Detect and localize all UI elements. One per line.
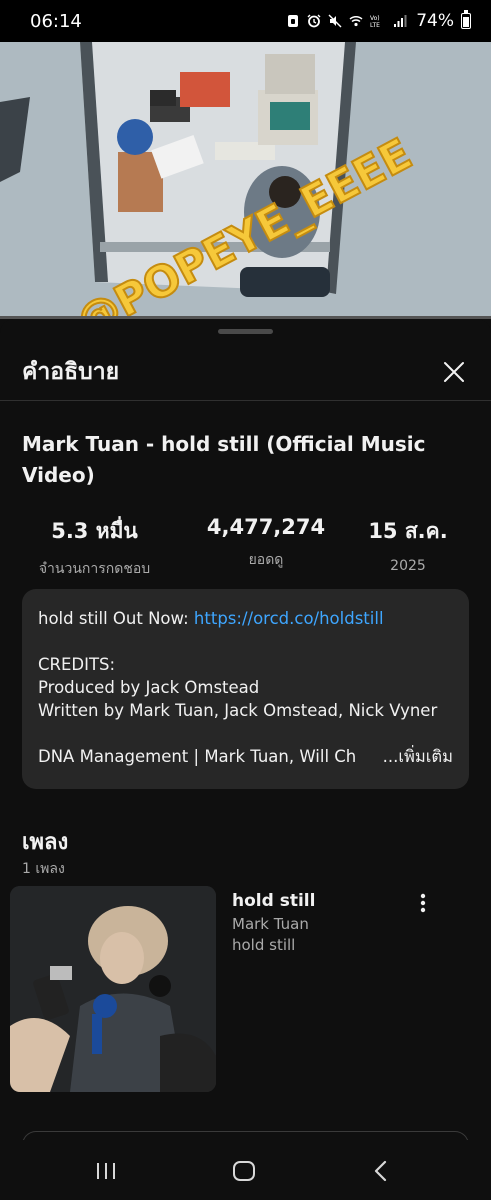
svg-text:Vo): Vo) [370,15,380,22]
desc-spacer [38,630,453,653]
description-sheet: คำอธิบาย Mark Tuan - hold still (Officia… [0,319,491,1200]
music-section-heading: เพลง [22,830,69,855]
date-value: 15 ส.ค. [368,519,448,543]
home-icon [233,1161,255,1181]
music-count: 1 เพลง [22,861,65,877]
stat-views: 4,477,274 ยอดดู [195,515,337,571]
description-box[interactable]: hold still Out Now: https://orcd.co/hold… [22,589,469,789]
likes-label: จำนวนการกดชอบ [38,561,151,577]
sheet-header: คำอธิบาย [0,343,491,401]
status-icons: Vo) LTE 74% [286,10,471,31]
album-art-image [10,886,216,1092]
year-label: 2025 [390,558,426,574]
alarm-icon [307,14,321,28]
mute-icon [328,14,342,28]
desc-credits-heading: CREDITS: [38,655,116,674]
wifi-icon [349,15,363,27]
song-title[interactable]: hold still [232,891,315,911]
show-more-button[interactable]: ...เพิ่มเติม [383,745,453,768]
recent-apps-button[interactable] [91,1156,121,1186]
more-vert-icon [420,893,426,913]
back-icon [374,1160,387,1182]
status-bar: 06:14 Vo) LTE 74% [0,0,491,42]
sheet-drag-handle[interactable] [218,329,273,334]
song-more-button[interactable] [408,888,438,918]
views-label: ยอดดู [248,552,284,568]
desc-written-by: Written by Mark Tuan, Jack Omstead, Nick… [38,701,438,720]
battery-percent: 74% [416,11,454,31]
status-time: 06:14 [30,10,82,32]
desc-produced-by: Produced by Jack Omstead [38,678,260,697]
desc-management-row: DNA Management | Mark Tuan, Will Ch ...เ… [38,745,453,768]
close-button[interactable] [439,357,469,387]
battery-icon [461,10,471,29]
song-thumbnail[interactable] [10,886,216,1092]
video-frame: @POPEYE_EEEE [0,42,491,318]
home-button[interactable] [229,1156,259,1186]
talkback-icon [288,15,299,27]
views-value: 4,477,274 [206,515,326,539]
desc-url-link[interactable]: https://orcd.co/holdstill [194,609,384,628]
desc-out-now: hold still Out Now: [38,609,194,628]
desc-line-link: hold still Out Now: https://orcd.co/hold… [38,607,453,630]
video-player[interactable]: @POPEYE_EEEE [0,42,491,318]
back-button[interactable] [366,1156,396,1186]
likes-value: 5.3 หมื่น [51,519,138,543]
volte-icon: Vo)LTE [370,15,380,28]
recent-apps-icon [97,1163,115,1179]
song-album: hold still [232,936,296,954]
video-title: Mark Tuan - hold still (Official Music V… [22,432,426,487]
stat-likes: 5.3 หมื่น จำนวนการกดชอบ [22,515,167,580]
close-icon [444,361,464,382]
stat-date: 15 ส.ค. 2025 [358,515,458,574]
sheet-title: คำอธิบาย [22,358,120,385]
desc-management: DNA Management | Mark Tuan, Will Ch [38,747,357,766]
system-nav-bar [0,1140,491,1200]
svg-text:LTE: LTE [370,22,380,28]
song-artist: Mark Tuan [232,915,309,933]
song-card[interactable]: hold still Mark Tuan hold still [10,886,481,1096]
signal-icon [394,15,407,27]
